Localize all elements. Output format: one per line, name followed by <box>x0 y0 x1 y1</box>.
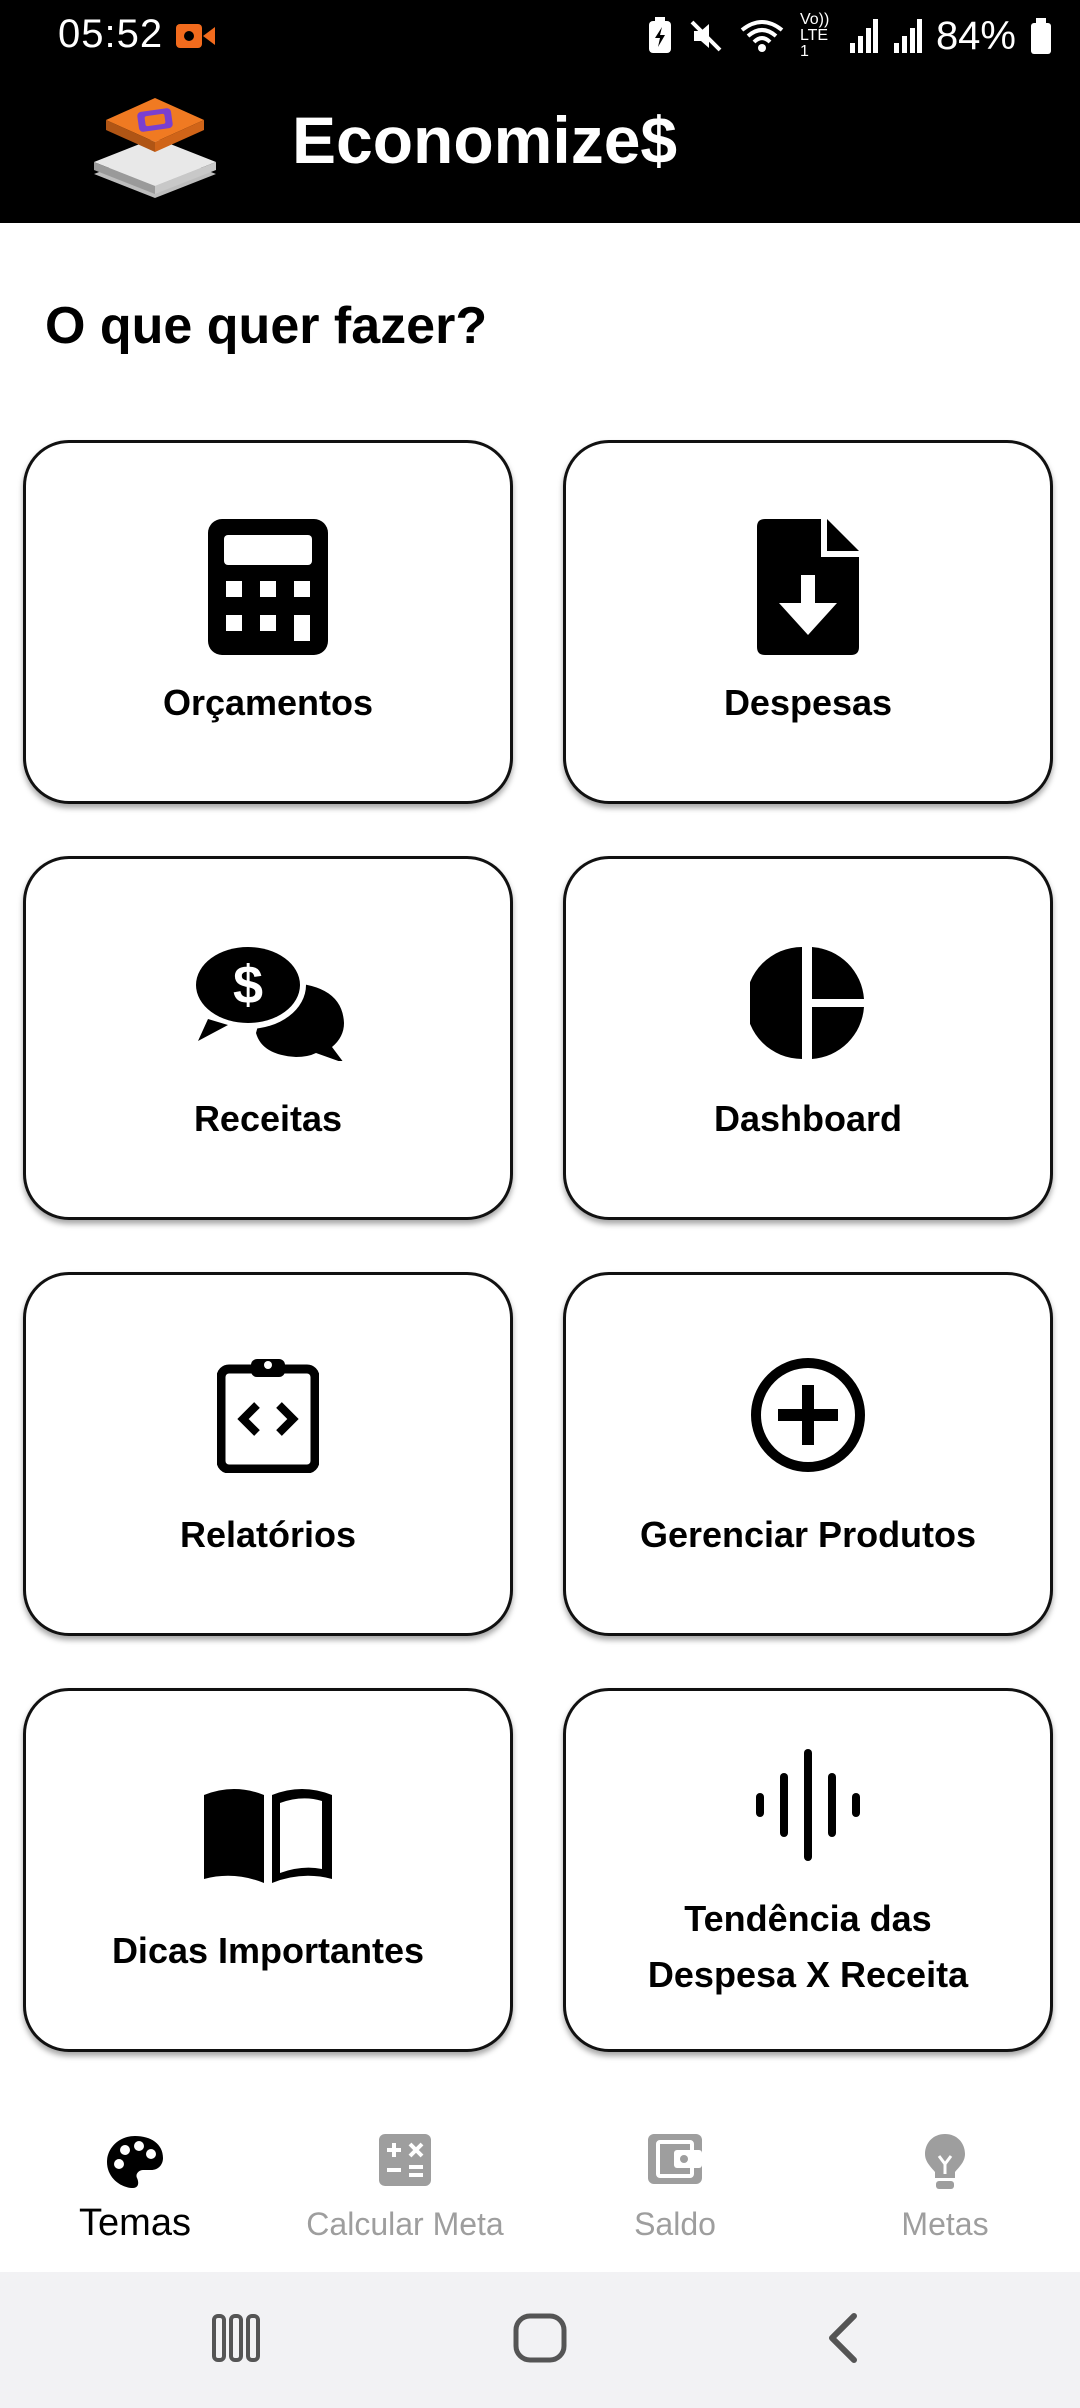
nav-calcular-meta[interactable]: Calcular Meta <box>270 2106 540 2272</box>
pie-chart-icon <box>750 947 864 1059</box>
nav-saldo[interactable]: Saldo <box>540 2106 810 2272</box>
nav-label: Calcular Meta <box>306 2206 504 2242</box>
tile-orcamentos[interactable]: Orçamentos <box>23 440 513 804</box>
tile-dashboard[interactable]: Dashboard <box>563 856 1053 1220</box>
tile-label: Despesas <box>723 682 893 723</box>
tile-despesas[interactable]: Despesas <box>563 440 1053 804</box>
back-icon[interactable] <box>824 2312 860 2364</box>
tile-label: Orçamentos <box>162 682 374 723</box>
bottom-nav: Temas Calcular Meta Saldo Metas <box>0 2106 1080 2272</box>
nav-label: Saldo <box>634 2206 716 2242</box>
dollar-chat-icon: $ <box>190 941 344 1061</box>
file-download-icon <box>757 519 859 655</box>
book-open-icon <box>204 1789 332 1883</box>
svg-text:$: $ <box>233 955 263 1015</box>
tile-tendencia[interactable]: Tendência das Despesa X Receita <box>563 1688 1053 2052</box>
menu-grid: Orçamentos Despesas $ Receitas Dashboard <box>0 0 1080 2408</box>
system-navigation-bar <box>0 2272 1080 2408</box>
palette-icon <box>107 2136 163 2188</box>
nav-metas[interactable]: Metas <box>810 2106 1080 2272</box>
lightbulb-icon <box>925 2134 965 2189</box>
clipboard-code-icon <box>217 1359 319 1473</box>
recent-apps-icon[interactable] <box>212 2312 260 2364</box>
tile-relatorios[interactable]: Relatórios <box>23 1272 513 1636</box>
waveform-icon <box>756 1749 860 1861</box>
tile-label: Relatórios <box>179 1514 357 1555</box>
tile-label-line-1: Tendência das <box>684 1898 932 1939</box>
tile-label: Dicas Importantes <box>111 1930 425 1971</box>
nav-temas[interactable]: Temas <box>0 2106 270 2272</box>
wallet-icon <box>648 2134 702 2184</box>
nav-label: Temas <box>79 2202 191 2244</box>
tile-label: Gerenciar Produtos <box>639 1514 977 1555</box>
home-icon[interactable] <box>512 2312 568 2364</box>
plus-circle-icon <box>751 1358 865 1472</box>
tile-label: Receitas <box>193 1098 343 1139</box>
tile-dicas-importantes[interactable]: Dicas Importantes <box>23 1688 513 2052</box>
tile-label: Dashboard <box>713 1098 903 1139</box>
tile-gerenciar-produtos[interactable]: Gerenciar Produtos <box>563 1272 1053 1636</box>
nav-label: Metas <box>901 2206 989 2242</box>
tile-label-line-2: Despesa X Receita <box>647 1954 969 1995</box>
tile-receitas[interactable]: $ Receitas <box>23 856 513 1220</box>
calculator-icon <box>208 519 328 655</box>
calculator-ops-icon <box>379 2134 431 2186</box>
